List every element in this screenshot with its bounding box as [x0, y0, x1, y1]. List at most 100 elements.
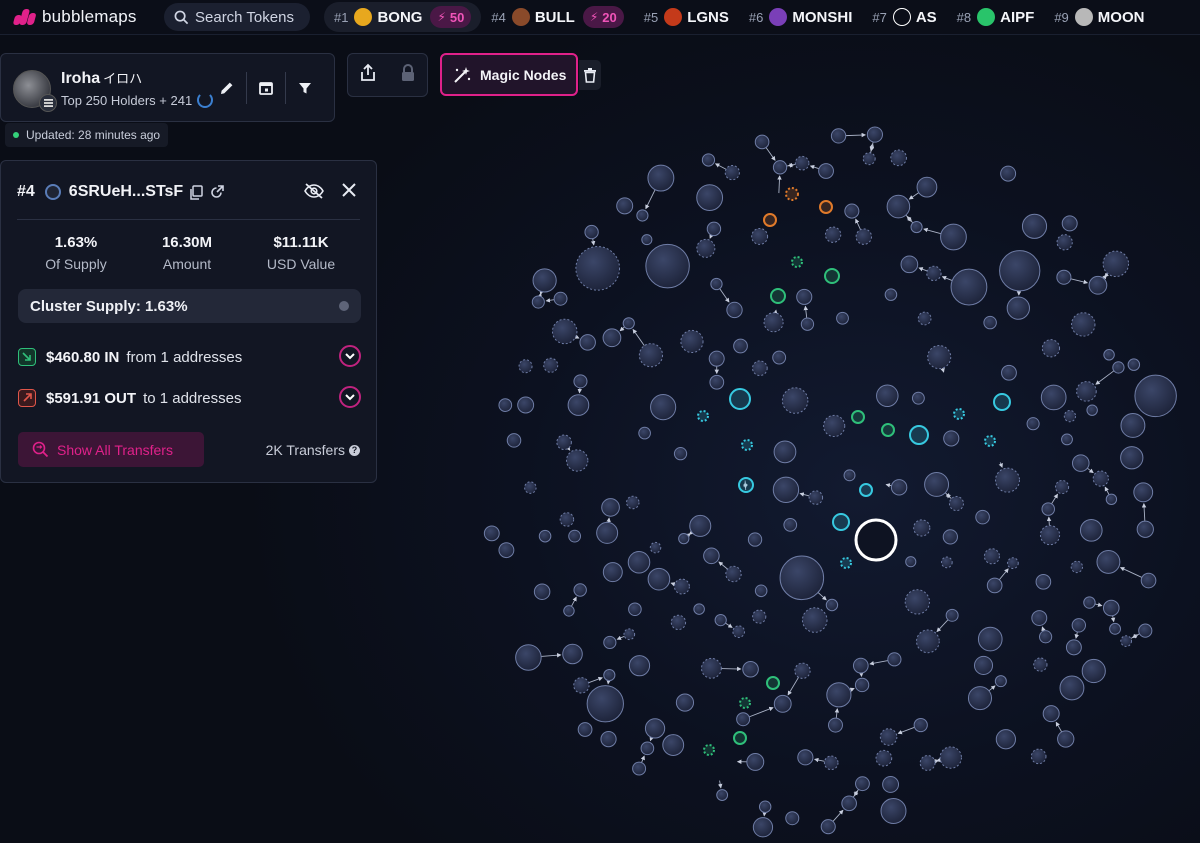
holder-bubble[interactable] [644, 718, 666, 739]
holder-bubble[interactable] [1112, 361, 1125, 374]
filter-button[interactable] [285, 72, 324, 104]
holder-bubble[interactable] [600, 731, 617, 748]
holder-bubble[interactable] [602, 562, 623, 583]
cluster-bubble[interactable] [953, 408, 965, 420]
holder-bubble[interactable] [808, 490, 824, 505]
holder-bubble[interactable] [693, 603, 705, 615]
holder-bubble[interactable] [673, 447, 688, 461]
holder-bubble[interactable] [628, 655, 651, 677]
holder-bubble[interactable] [826, 682, 852, 708]
holder-bubble[interactable] [1030, 748, 1047, 765]
holder-bubble[interactable] [926, 265, 942, 282]
holder-bubble[interactable] [773, 440, 797, 464]
holder-bubble[interactable] [1136, 520, 1154, 538]
holder-bubble[interactable] [622, 317, 635, 330]
holder-bubble[interactable] [950, 268, 988, 306]
holder-bubble[interactable] [1065, 639, 1082, 656]
holder-bubble[interactable] [640, 741, 655, 756]
cluster-bubble[interactable] [729, 388, 751, 410]
holder-bubble[interactable] [752, 360, 768, 377]
holder-bubble[interactable] [1120, 635, 1132, 647]
holder-bubble[interactable] [875, 749, 893, 767]
holder-bubble[interactable] [650, 394, 677, 421]
holder-bubble[interactable] [584, 224, 599, 240]
holder-bubble[interactable] [623, 628, 636, 641]
holder-bubble[interactable] [700, 657, 722, 679]
holder-bubble[interactable] [994, 675, 1007, 688]
holder-bubble[interactable] [919, 755, 936, 771]
cluster-bubble[interactable] [881, 423, 895, 437]
holder-bubble[interactable] [1021, 213, 1048, 239]
logo[interactable]: bubblemaps [12, 7, 154, 27]
holder-bubble[interactable] [797, 749, 814, 766]
help-icon[interactable]: ? [349, 444, 360, 456]
holder-bubble[interactable] [601, 498, 620, 517]
holder-bubble[interactable] [1088, 275, 1108, 295]
cluster-bubble[interactable] [832, 513, 850, 531]
holder-bubble[interactable] [995, 729, 1016, 750]
share-button[interactable] [359, 63, 377, 88]
holder-bubble[interactable] [843, 469, 856, 482]
holder-bubble[interactable] [1079, 518, 1103, 542]
holder-bubble[interactable] [732, 625, 746, 638]
holder-bubble[interactable] [752, 609, 767, 624]
holder-bubble[interactable] [763, 312, 784, 333]
magic-nodes-button[interactable]: Magic Nodes [440, 53, 578, 96]
holder-bubble[interactable] [772, 160, 788, 175]
holder-bubble[interactable] [638, 426, 651, 440]
holder-bubble[interactable] [566, 449, 589, 472]
holder-bubble[interactable] [1071, 312, 1096, 337]
holder-bubble[interactable] [573, 677, 590, 694]
holder-bubble[interactable] [524, 481, 537, 494]
cluster-bubble[interactable] [859, 483, 873, 497]
holder-bubble[interactable] [830, 128, 847, 144]
cluster-bubble[interactable] [993, 393, 1011, 411]
holder-bubble[interactable] [696, 184, 724, 212]
holder-bubble[interactable] [742, 660, 759, 678]
holder-bubble[interactable] [754, 134, 770, 150]
cluster-bubble[interactable] [909, 425, 929, 445]
holder-bubble[interactable] [825, 598, 839, 612]
holder-bubble[interactable] [927, 345, 952, 370]
holder-bubble[interactable] [945, 608, 959, 622]
calendar-button[interactable] [246, 72, 285, 104]
holder-bubble[interactable] [733, 338, 748, 354]
holder-bubble[interactable] [1070, 560, 1084, 574]
holder-bubble[interactable] [905, 556, 917, 568]
holder-bubble[interactable] [967, 686, 993, 711]
show-all-transfers-button[interactable]: Show All Transfers [18, 432, 204, 467]
holder-bubble[interactable] [900, 255, 919, 274]
holder-bubble[interactable] [910, 220, 923, 234]
holder-bubble[interactable] [1103, 349, 1115, 361]
holder-bubble[interactable] [626, 495, 640, 510]
holder-bubble[interactable] [649, 541, 662, 554]
holder-bubble[interactable] [1083, 596, 1096, 609]
holder-bubble[interactable] [533, 583, 551, 600]
copy-icon[interactable] [189, 184, 203, 200]
holder-bubble[interactable] [942, 529, 958, 545]
holder-bubble[interactable] [710, 277, 723, 291]
holder-bubble[interactable] [515, 644, 542, 671]
holder-bubble[interactable] [823, 755, 839, 771]
holder-bubble[interactable] [796, 288, 813, 305]
holder-bubble[interactable] [852, 657, 869, 674]
holder-bubble[interactable] [975, 509, 990, 525]
holder-bubble[interactable] [1061, 433, 1073, 446]
holder-bubble[interactable] [1120, 446, 1144, 470]
cluster-bubble[interactable] [697, 410, 709, 422]
holder-bubble[interactable] [939, 746, 962, 769]
holder-bubble[interactable] [562, 643, 583, 665]
holder-bubble[interactable] [820, 819, 836, 835]
holder-bubble[interactable] [1056, 234, 1073, 251]
holder-bubble[interactable] [1133, 482, 1154, 503]
cluster-bubble[interactable] [703, 744, 715, 756]
ranking-item-monshi[interactable]: #6 MONSHI [739, 2, 862, 32]
holder-bubble[interactable] [577, 722, 593, 737]
holder-bubble[interactable] [1120, 413, 1146, 438]
holder-bubble[interactable] [999, 250, 1041, 292]
holder-bubble[interactable] [752, 817, 774, 838]
holder-bubble[interactable] [890, 149, 907, 167]
holder-bubble[interactable] [948, 495, 964, 512]
holder-bubble[interactable] [1041, 502, 1055, 516]
ranking-item-moon[interactable]: #9 MOON [1044, 2, 1154, 32]
